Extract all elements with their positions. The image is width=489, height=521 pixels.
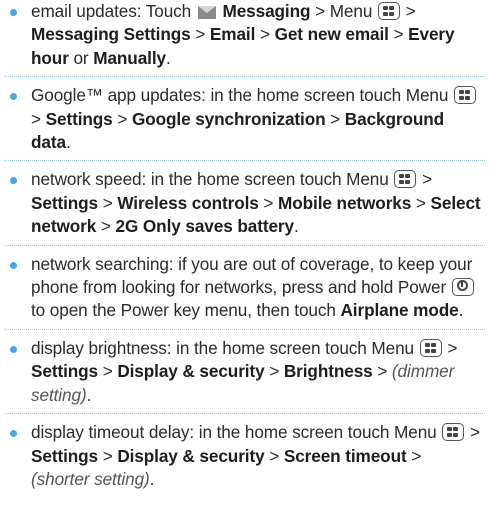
tip-text: > <box>264 361 284 382</box>
tip-text: . <box>165 47 171 68</box>
tip-divider <box>4 328 485 331</box>
tip-item: display timeout delay: in the home scree… <box>0 421 489 491</box>
tip-text: to open the Power key menu, then touch <box>31 300 341 321</box>
tip-item: network speed: in the home screen touch … <box>0 168 489 238</box>
tip-text: > <box>411 192 431 213</box>
bullet-icon <box>10 9 17 16</box>
bold-term: Settings <box>31 192 99 213</box>
tip-text: > <box>98 192 118 213</box>
bold-term: Display & security <box>117 361 265 382</box>
bold-term: Settings <box>31 445 99 466</box>
bold-term: Screen timeout <box>283 445 407 466</box>
tip-text: > Menu <box>310 1 377 21</box>
tip-text: > <box>400 1 416 21</box>
bold-term: 2G Only saves battery <box>115 216 295 237</box>
tip-divider <box>4 413 485 415</box>
bold-term: Wireless controls <box>117 192 259 213</box>
bold-term: Messaging Settings <box>31 24 191 45</box>
bullet-icon <box>10 261 17 269</box>
tip-text: > <box>98 361 118 382</box>
menu-key-icon <box>377 2 400 20</box>
tip-text: > <box>388 24 409 45</box>
bullet-icon <box>10 430 17 438</box>
tip-item: email updates: Touch Messaging > Menu > … <box>0 0 489 70</box>
tip-text: > <box>96 216 116 237</box>
tip-item: Google™ app updates: in the home screen … <box>0 84 489 154</box>
document-page: email updates: Touch Messaging > Menu > … <box>0 0 489 521</box>
tip-divider <box>4 160 485 162</box>
tip-text: > <box>255 24 275 45</box>
bold-term: Display & security <box>117 445 265 466</box>
menu-key-icon <box>442 423 465 442</box>
tip-text: display brightness: in the home screen t… <box>31 337 419 358</box>
tip-text: > <box>417 169 433 190</box>
tip-text: . <box>86 384 92 405</box>
battery-tips-list: email updates: Touch Messaging > Menu > … <box>0 0 489 491</box>
bullet-icon <box>10 93 17 101</box>
tip-text: network speed: in the home screen touch … <box>31 169 394 190</box>
tip-text: > <box>325 108 345 129</box>
envelope-icon <box>197 6 216 19</box>
bold-term: Get new email <box>274 24 389 45</box>
bold-term: Messaging <box>217 1 311 21</box>
tip-text: > <box>442 337 458 358</box>
power-key-icon <box>451 278 474 297</box>
bullet-icon <box>10 345 17 353</box>
tip-text: > <box>258 192 279 213</box>
tip-text: > <box>31 108 46 129</box>
tip-text: display timeout delay: in the home scree… <box>31 422 442 443</box>
tip-text: > <box>372 361 392 382</box>
tip-divider <box>4 76 485 78</box>
bold-term: Settings <box>31 361 99 382</box>
bold-term: Manually <box>93 47 166 68</box>
tip-text: > <box>465 422 480 443</box>
tip-text: . <box>293 216 299 237</box>
menu-key-icon <box>454 86 476 105</box>
menu-key-icon <box>419 338 442 357</box>
bold-term: Email <box>209 24 256 45</box>
tip-text: . <box>65 132 71 153</box>
tip-text: > <box>406 445 422 466</box>
tip-divider <box>4 244 485 247</box>
tip-text: . <box>149 468 155 489</box>
bold-term: Google synchronization <box>131 108 326 129</box>
bullet-icon <box>10 177 17 185</box>
tip-text: network searching: if you are out of cov… <box>31 253 473 298</box>
menu-key-icon <box>394 170 417 189</box>
tip-item: network searching: if you are out of cov… <box>0 253 489 323</box>
italic-note: (shorter setting) <box>31 468 150 489</box>
tip-text: email updates: Touch <box>31 1 196 21</box>
tip-text: > <box>190 24 210 45</box>
bold-term: Settings <box>45 108 113 129</box>
tip-text: or <box>68 47 94 68</box>
tip-item: display brightness: in the home screen t… <box>0 337 489 407</box>
bold-term: Mobile networks <box>278 192 412 213</box>
tip-text: > <box>264 445 284 466</box>
bold-term: Airplane mode <box>340 300 459 321</box>
bold-term: Brightness <box>283 361 373 382</box>
tip-text: Google™ app updates: in the home screen … <box>31 85 453 106</box>
tip-text: > <box>98 445 118 466</box>
tip-text: . <box>458 300 464 321</box>
tip-text: > <box>112 108 132 129</box>
